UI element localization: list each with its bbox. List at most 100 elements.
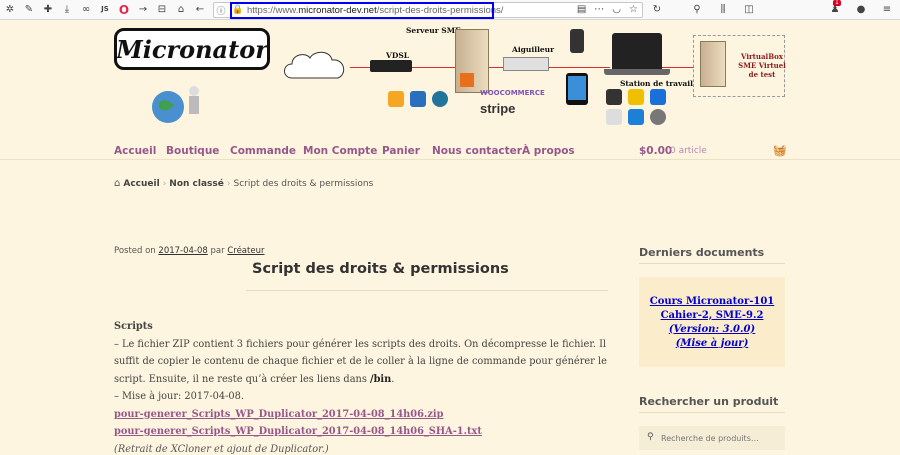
nav-item-accueil[interactable]: Accueil [114, 145, 156, 157]
breadcrumb-separator: › [162, 178, 167, 189]
search-icon[interactable]: ⚲ [690, 3, 704, 17]
account-icon[interactable]: ● [854, 3, 868, 17]
post-content: Scripts – Le fichier ZIP contient 3 fich… [114, 318, 614, 455]
library-icon[interactable]: ⫼ [716, 3, 730, 17]
server-vent-icon [460, 73, 474, 87]
switch-icon [503, 57, 549, 71]
update-line: – Mise à jour: 2017-04-08. [114, 391, 245, 402]
download-sha-link[interactable]: pour-generer_Scripts_WP_Duplicator_2017-… [114, 423, 614, 441]
wrench-icon[interactable]: ✎ [22, 3, 36, 17]
js-toggle[interactable]: JS [98, 3, 112, 17]
nav-item-commande[interactable]: Commande [230, 145, 296, 157]
virtualbox-label: VirtualBox SME Virtuel de test [738, 52, 786, 79]
software-icons [388, 91, 448, 107]
toolbar-right: ⚲ ⫼ ◫ ♟ 1 ● ≡ [690, 0, 894, 17]
wordpress-icon [432, 91, 448, 107]
back-icon[interactable]: ← [193, 3, 207, 17]
post-meta: Posted on 2017-04-08 par Créateur [114, 246, 264, 256]
post-author-link[interactable]: Créateur [227, 246, 264, 256]
menu-icon[interactable]: ≡ [880, 3, 894, 17]
posted-on-label: Posted on [114, 246, 156, 256]
notification-badge: 1 [833, 0, 841, 6]
latest-docs-box: Cours Micronator-101 Cahier-2, SME-9.2 (… [639, 277, 785, 367]
breadcrumb-current: Script des droits & permissions [233, 178, 374, 189]
network-link [660, 67, 694, 68]
doc-link-cahier[interactable]: Cahier-2, SME-9.2 [661, 310, 764, 321]
laptop-icon [612, 33, 662, 69]
putty-icon [606, 109, 622, 125]
widget-divider [639, 412, 785, 413]
nav-divider [0, 159, 900, 160]
site-banner: Micronator VDSL Serveur SME Aiguilleur S… [0, 21, 900, 144]
reload-icon[interactable]: ↻ [650, 3, 664, 17]
nav-item-panier[interactable]: Panier [382, 145, 420, 157]
virtual-server-icon [700, 41, 726, 87]
browser-toolbar: ✲ ✎ ✚ ⤓ ∞ JS O → ⊟ ⌂ ← ⓘ 🔒 https://www.m… [0, 0, 900, 20]
url-highlight [230, 2, 494, 19]
by-label: par [210, 246, 225, 256]
bookmark-star-icon[interactable]: ☆ [629, 4, 638, 15]
cart-amount[interactable]: $0.00 [639, 145, 672, 157]
home-icon: ⌂ [114, 178, 121, 189]
widget-divider [639, 263, 785, 264]
tabs-icon[interactable]: ⊟ [155, 3, 169, 17]
toolbar-extensions: ✲ ✎ ✚ ⤓ ∞ JS O → ⊟ ⌂ ← [0, 3, 207, 17]
doc-link-course[interactable]: Cours Micronator-101 [650, 296, 775, 307]
widget-title-search: Rechercher un produit [639, 395, 779, 408]
forward-icon[interactable]: → [136, 3, 150, 17]
letsencrypt-icon [388, 91, 404, 107]
stripe-logo: stripe [480, 101, 516, 116]
sidebar-icon[interactable]: ◫ [742, 3, 756, 17]
home-icon[interactable]: ⌂ [174, 3, 188, 17]
search-icon: ⚲ [647, 432, 654, 442]
woocommerce-logo: WOOCOMMERCE [480, 89, 545, 97]
wordfence-icon [410, 91, 426, 107]
notification-icon[interactable]: ♟ 1 [828, 0, 842, 17]
server-label: Serveur SME [406, 26, 461, 35]
breadcrumb: ⌂ Accueil › Non classé › Script des droi… [114, 178, 373, 189]
breadcrumb-category[interactable]: Non classé [169, 179, 224, 189]
workstation-label: Station de travail [620, 79, 693, 88]
doc-link-update[interactable]: (Mise à jour) [676, 338, 749, 349]
info-icon[interactable]: ⓘ [214, 4, 228, 17]
vdsl-label: VDSL [386, 51, 410, 60]
cart-count[interactable]: 0 article [670, 146, 707, 156]
download-zip-link[interactable]: pour-generer_Scripts_WP_Duplicator_2017-… [114, 406, 614, 424]
gear-icon[interactable]: ✲ [3, 3, 17, 17]
breadcrumb-home[interactable]: Accueil [123, 179, 159, 189]
breadcrumb-separator: › [226, 178, 231, 189]
widget-title-docs: Derniers documents [639, 246, 765, 259]
puzzle-icon[interactable]: ✚ [41, 3, 55, 17]
url-bar[interactable]: ⓘ 🔒 https://www.micronator-dev.net/scrip… [213, 2, 643, 19]
post-paragraph: – Le fichier ZIP contient 3 fichiers pou… [114, 338, 607, 385]
post-note: (Retrait de XCloner et ajout de Duplicat… [114, 443, 329, 455]
nav-item-a-propos[interactable]: À propos [522, 145, 575, 157]
nav-item-contact[interactable]: Nous contacter [432, 145, 522, 157]
tablet-icon [566, 73, 588, 105]
opera-icon[interactable]: O [117, 3, 131, 17]
nav-item-boutique[interactable]: Boutique [166, 145, 219, 157]
teamviewer-icon [628, 109, 644, 125]
os-icons [606, 89, 668, 125]
cloud-icon [284, 51, 345, 79]
reader-icon[interactable]: ▤ [577, 4, 586, 15]
logo-text: Micronator [116, 34, 268, 64]
more-icon[interactable]: ⋯ [594, 4, 604, 15]
doc-link-version[interactable]: (Version: 3.0.0) [669, 324, 755, 335]
bin-path: /bin [370, 373, 392, 385]
post-title: Script des droits & permissions [252, 261, 509, 277]
apple-icon [606, 89, 622, 105]
site-logo[interactable]: Micronator [114, 28, 270, 70]
pocket-icon[interactable]: ◡ [612, 4, 621, 15]
switch-label: Aiguilleur [512, 45, 555, 54]
modem-icon [370, 60, 412, 72]
title-divider [246, 290, 608, 291]
glasses-icon[interactable]: ∞ [79, 3, 93, 17]
download-icon[interactable]: ⤓ [60, 3, 74, 17]
basket-icon[interactable]: 🧺 [773, 144, 787, 157]
nav-item-mon-compte[interactable]: Mon Compte [303, 145, 377, 157]
product-search-input[interactable] [639, 426, 785, 450]
tool-icon [650, 109, 666, 125]
linux-icon [628, 89, 644, 105]
post-date-link[interactable]: 2017-04-08 [158, 246, 207, 256]
